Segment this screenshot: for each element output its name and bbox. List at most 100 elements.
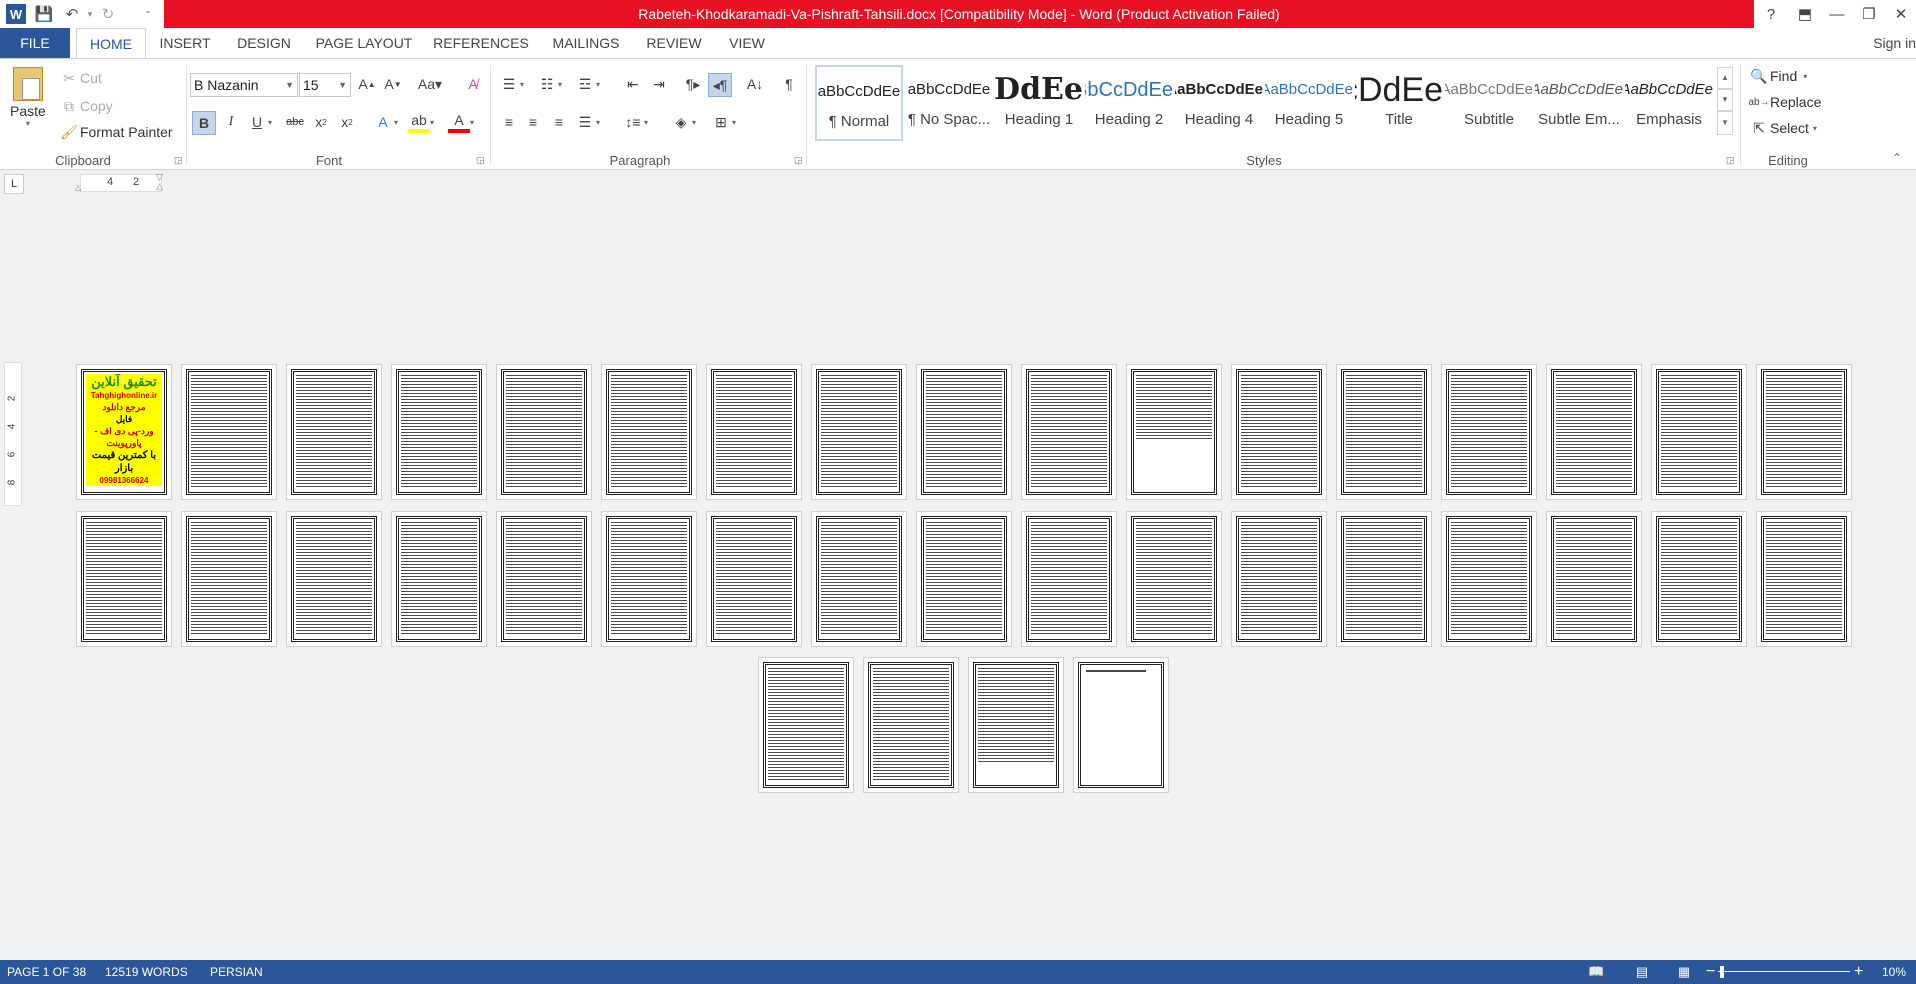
page-thumbnail[interactable] [1651, 364, 1747, 500]
vertical-ruler[interactable]: 2 4 6 8 [4, 362, 22, 506]
clipboard-launcher-icon[interactable]: ◲ [174, 155, 183, 166]
page-thumbnail[interactable] [1441, 511, 1537, 647]
line-spacing-button[interactable]: ↕≡ ▾ [622, 111, 648, 133]
text-effects-button[interactable]: A ▾ [372, 111, 398, 133]
page-thumbnail[interactable] [496, 364, 592, 500]
web-layout-icon[interactable]: ▦ [1676, 964, 1692, 980]
right-indent-marker-icon[interactable]: ▽ △ [156, 173, 163, 191]
font-color-button[interactable]: A ▾ [448, 111, 474, 133]
language-indicator[interactable]: PERSIAN [210, 960, 263, 984]
zoom-in-button[interactable]: + [1854, 960, 1863, 984]
font-size-select[interactable]: 15 ▼ [299, 73, 351, 97]
page-thumbnail[interactable] [286, 511, 382, 647]
page-thumbnail-cover[interactable]: تحقیق آنلاین Tahghighonline.ir مرجع دانل… [76, 364, 172, 500]
page-count[interactable]: PAGE 1 OF 38 [7, 960, 86, 984]
page-thumbnail[interactable] [1441, 364, 1537, 500]
align-right-button[interactable]: ≡ [548, 111, 570, 133]
zoom-out-button[interactable]: − [1706, 960, 1715, 984]
show-formatting-marks-button[interactable]: ¶ [778, 73, 800, 95]
print-layout-icon[interactable]: ▤ [1634, 964, 1650, 980]
left-indent-marker-icon[interactable]: △ [75, 183, 81, 192]
page-thumbnail[interactable] [391, 364, 487, 500]
align-center-button[interactable]: ≡ [522, 111, 544, 133]
cut-button[interactable]: ✂ Cut [58, 67, 102, 89]
page-thumbnail[interactable] [76, 511, 172, 647]
borders-button[interactable]: ⊞ ▾ [710, 111, 736, 133]
page-thumbnail[interactable] [1231, 511, 1327, 647]
tab-insert[interactable]: INSERT [152, 28, 218, 58]
undo-icon[interactable]: ↶ [62, 4, 82, 24]
word-count[interactable]: 12519 WORDS [105, 960, 188, 984]
tab-home[interactable]: HOME [76, 28, 146, 59]
page-thumbnail[interactable] [1231, 364, 1327, 500]
zoom-slider-thumb[interactable] [1720, 966, 1724, 978]
style-heading-5[interactable]: AaBbCcDdEe Heading 5 [1265, 65, 1353, 141]
tab-review[interactable]: REVIEW [636, 28, 712, 58]
sort-button[interactable]: A↓ [744, 73, 766, 95]
style-normal[interactable]: aBbCcDdEe ¶ Normal [815, 65, 903, 141]
styles-scroll-up-button[interactable]: ▲ [1717, 67, 1733, 89]
page-thumbnail[interactable] [1021, 364, 1117, 500]
read-mode-icon[interactable]: 📖 [1588, 964, 1604, 980]
rtl-direction-button[interactable]: ◂¶ [708, 73, 732, 97]
page-thumbnail[interactable] [916, 364, 1012, 500]
minimize-button[interactable]: — [1822, 0, 1852, 28]
style-heading-2[interactable]: AaBbCcDdEe Heading 2 [1085, 65, 1173, 141]
page-thumbnail[interactable] [1756, 364, 1852, 500]
grow-font-button[interactable]: A ▲ [356, 73, 378, 95]
page-thumbnail[interactable] [811, 511, 907, 647]
page-thumbnail[interactable] [1126, 511, 1222, 647]
page-thumbnail[interactable] [181, 364, 277, 500]
replace-button[interactable]: ab→ Replace [1748, 91, 1821, 113]
horizontal-ruler[interactable]: △ 4 2 ▽ △ [75, 173, 163, 192]
tab-page-layout[interactable]: PAGE LAYOUT [310, 28, 418, 58]
close-button[interactable]: ✕ [1886, 0, 1916, 28]
strikethrough-button[interactable]: abc [284, 111, 306, 133]
paragraph-launcher-icon[interactable]: ◲ [794, 155, 803, 166]
page-thumbnail[interactable] [496, 511, 592, 647]
tab-file[interactable]: FILE [0, 28, 70, 58]
page-thumbnail[interactable] [706, 511, 802, 647]
style-heading-4[interactable]: AaBbCcDdEe Heading 4 [1175, 65, 1263, 141]
styles-more-button[interactable]: ▼ [1717, 111, 1733, 135]
page-thumbnail[interactable] [601, 511, 697, 647]
page-thumbnail[interactable] [758, 657, 854, 793]
paste-button[interactable]: Paste ▾ [10, 67, 46, 128]
decrease-indent-button[interactable]: ⇤ [622, 73, 644, 95]
customize-qat-icon[interactable]: ⁼ [138, 4, 158, 24]
ribbon-display-options-button[interactable]: ⬒ [1790, 0, 1820, 28]
style-subtitle[interactable]: AaBbCcDdEe Subtitle [1445, 65, 1533, 141]
shading-button[interactable]: ◈ ▾ [670, 111, 696, 133]
page-thumbnail[interactable] [1651, 511, 1747, 647]
style-emphasis[interactable]: AaBbCcDdEe Emphasis [1625, 65, 1713, 141]
highlight-button[interactable]: ab ▾ [408, 111, 434, 133]
font-launcher-icon[interactable]: ◲ [476, 155, 485, 166]
page-thumbnail[interactable] [706, 364, 802, 500]
style-no-spacing[interactable]: aBbCcDdEe ¶ No Spac... [905, 65, 993, 141]
change-case-button[interactable]: Aa▾ [414, 73, 446, 95]
style-title[interactable]: AaBbCcDdEe Title [1355, 65, 1443, 141]
select-button[interactable]: ⇱ Select ▾ [1748, 117, 1817, 139]
page-thumbnail[interactable] [1021, 511, 1117, 647]
tab-mailings[interactable]: MAILINGS [544, 28, 628, 58]
shrink-font-button[interactable]: A ▼ [382, 73, 404, 95]
tab-view[interactable]: VIEW [720, 28, 774, 58]
style-heading-1[interactable]: AaBbCcDdEe Heading 1 [995, 65, 1083, 141]
page-thumbnail[interactable] [968, 657, 1064, 793]
sign-in-link[interactable]: Sign in [1873, 28, 1916, 58]
multilevel-list-button[interactable]: ☲ ▾ [574, 73, 600, 95]
justify-button[interactable]: ☰ ▾ [574, 111, 600, 133]
font-name-select[interactable]: B Nazanin ▼ [190, 73, 298, 97]
tab-design[interactable]: DESIGN [226, 28, 302, 58]
zoom-level[interactable]: 10% [1882, 960, 1906, 984]
page-thumbnail[interactable] [286, 364, 382, 500]
tab-selector-button[interactable]: L [4, 174, 24, 194]
redo-icon[interactable]: ↻ [98, 4, 118, 24]
format-painter-button[interactable]: 🖌 Format Painter [58, 121, 172, 143]
styles-launcher-icon[interactable]: ◲ [1726, 155, 1735, 166]
increase-indent-button[interactable]: ⇥ [648, 73, 670, 95]
clear-formatting-button[interactable]: A̸ [462, 73, 484, 95]
bold-button[interactable]: B [192, 111, 216, 135]
underline-button[interactable]: U ▾ [246, 111, 272, 133]
page-thumbnail[interactable] [181, 511, 277, 647]
